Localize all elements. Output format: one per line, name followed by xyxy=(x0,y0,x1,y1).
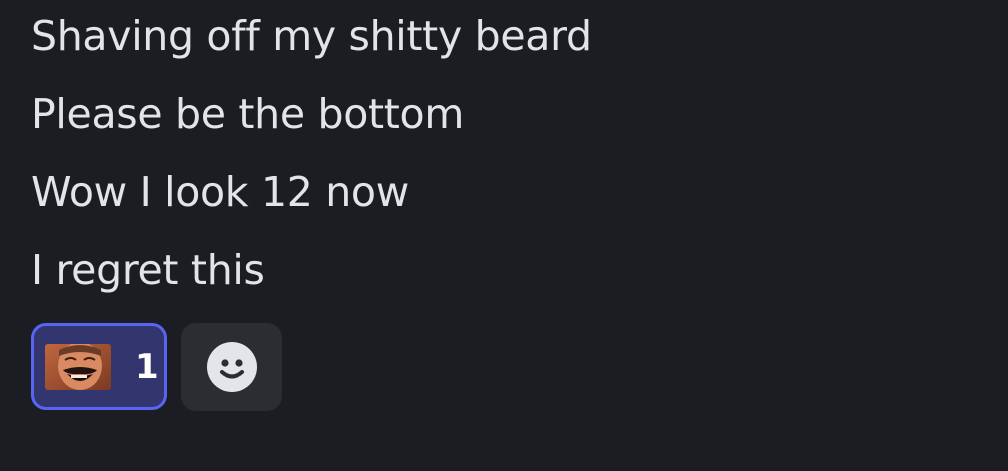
smiley-face-icon xyxy=(206,342,257,392)
message-text: Shaving off my shitty beard xyxy=(31,12,592,60)
message-text: Please be the bottom xyxy=(31,90,464,138)
chat-message-group: Shaving off my shitty beard Please be th… xyxy=(0,0,1008,471)
message-text: I regret this xyxy=(31,246,265,294)
reaction-button[interactable]: 1 xyxy=(31,323,167,410)
reaction-bar: 1 xyxy=(31,323,282,411)
add-reaction-button[interactable] xyxy=(181,323,282,411)
laughing-man-emoji-icon xyxy=(45,343,111,390)
message-text: Wow I look 12 now xyxy=(31,168,409,216)
reaction-count: 1 xyxy=(135,346,159,387)
